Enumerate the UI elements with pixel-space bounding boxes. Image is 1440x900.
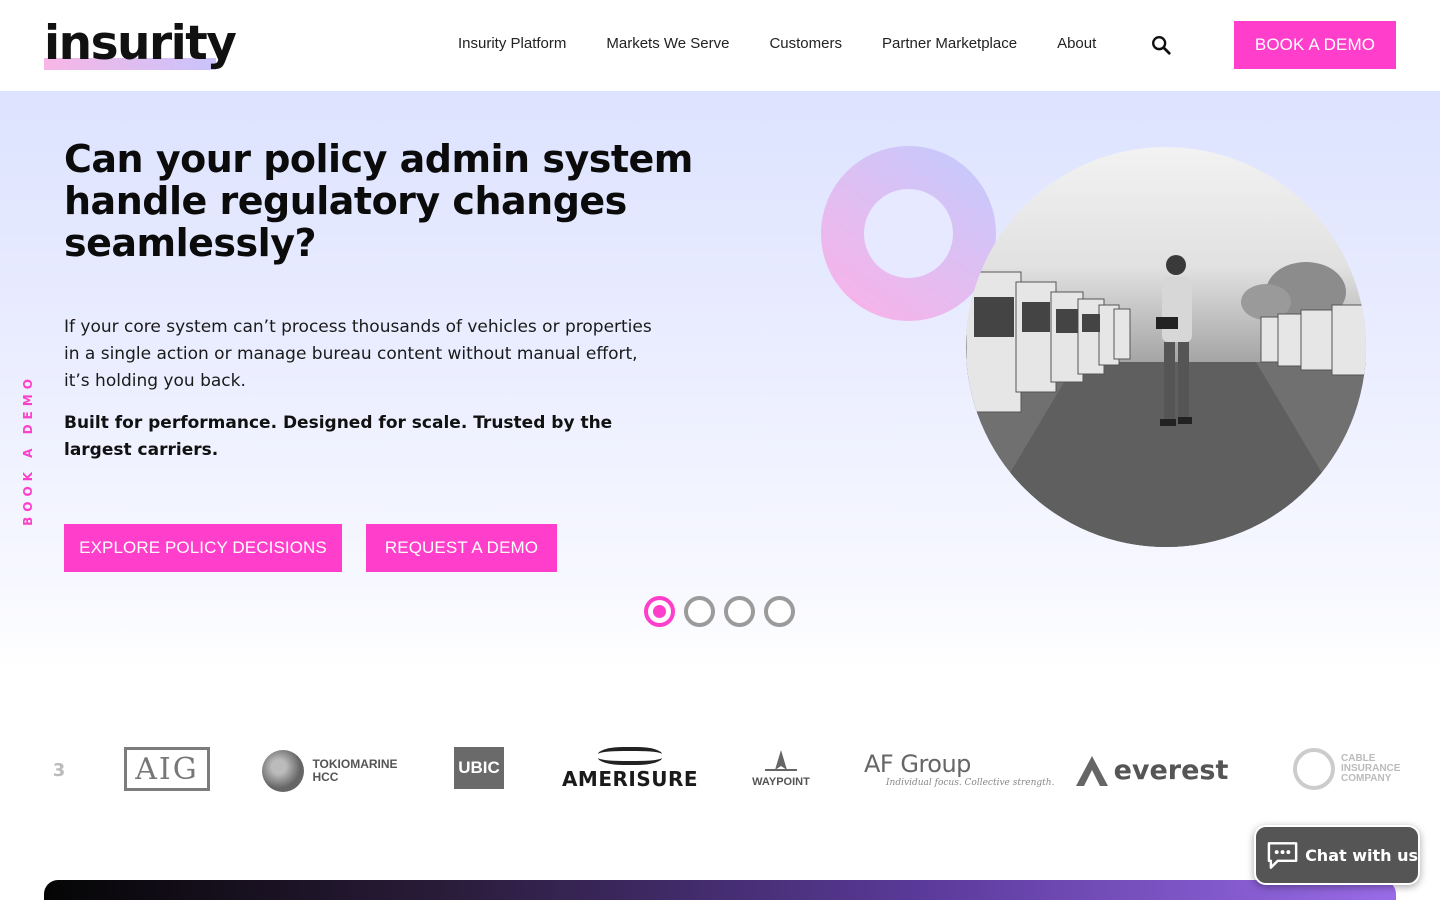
tokio-marine-text: TOKIOMARINE HCC: [312, 758, 397, 784]
everest-mountain-icon: [1075, 756, 1108, 786]
site-header: insurity Insurity Platform Markets We Se…: [0, 0, 1440, 91]
nav-partner-marketplace[interactable]: Partner Marketplace: [882, 35, 1017, 52]
nav-about[interactable]: About: [1057, 35, 1096, 52]
carousel-dot-4[interactable]: [764, 596, 795, 627]
af-group-text: AF Group: [864, 750, 971, 778]
ubic-logo: UBIC: [454, 747, 504, 789]
amerisure-wave-icon: [598, 747, 662, 765]
af-group-logo: AF Group Individual focus. Collective st…: [864, 745, 1054, 793]
customer-logos-strip: 3 AIG TOKIOMARINE HCC UBIC AMERISURE WAY…: [0, 735, 1440, 805]
hero-body-text: If your core system can’t process thousa…: [64, 317, 652, 391]
search-icon[interactable]: [1150, 34, 1172, 56]
hero-tagline: Built for performance. Designed for scal…: [64, 413, 613, 460]
chat-widget-button[interactable]: Chat with us: [1254, 825, 1420, 885]
amerisure-text: AMERISURE: [561, 767, 699, 791]
tokio-marine-mark-icon: [262, 750, 305, 792]
insurity-logo[interactable]: insurity: [44, 16, 237, 72]
everest-text: everest: [1113, 754, 1229, 786]
fleet-trucks-image: [966, 255, 1366, 547]
aig-logo: AIG: [124, 747, 210, 791]
carousel-dot-2[interactable]: [684, 596, 715, 627]
waypoint-logo: WAYPOINT: [750, 745, 812, 793]
chat-bubble-icon: [1267, 842, 1298, 869]
book-demo-button[interactable]: BOOK A DEMO: [1234, 21, 1396, 69]
compass-icon: [765, 750, 797, 771]
tokio-marine-hcc-logo: TOKIOMARINE HCC: [260, 749, 400, 793]
nav-customers[interactable]: Customers: [769, 35, 842, 52]
bottom-banner: [44, 880, 1396, 900]
explore-policy-decisions-button[interactable]: EXPLORE POLICY DECISIONS: [64, 524, 342, 572]
decorative-ring: [821, 146, 996, 321]
carousel-dot-3[interactable]: [724, 596, 755, 627]
side-book-demo-tab[interactable]: BOOK A DEMO: [18, 374, 38, 526]
waypoint-text: WAYPOINT: [752, 776, 810, 788]
tokio-line2: HCC: [312, 770, 339, 784]
cable-mark-icon: [1293, 748, 1335, 790]
main-nav: Insurity Platform Markets We Serve Custo…: [458, 35, 1136, 52]
partial-logo: 3: [52, 759, 66, 781]
side-tab-label: BOOK A DEMO: [21, 374, 36, 526]
hero-headline: Can your policy admin system handle regu…: [64, 137, 693, 265]
amerisure-logo: AMERISURE: [560, 745, 700, 793]
chat-label: Chat with us: [1305, 845, 1418, 865]
hero-photo: [966, 147, 1366, 547]
carousel-dot-1[interactable]: [644, 596, 675, 627]
carousel-dots: [644, 596, 804, 627]
nav-markets-we-serve[interactable]: Markets We Serve: [606, 35, 729, 52]
everest-logo: everest: [1060, 749, 1240, 791]
cable-insurance-logo: CABLE INSURANCE COMPANY: [1293, 745, 1403, 793]
request-demo-button[interactable]: REQUEST A DEMO: [366, 524, 557, 572]
nav-insurity-platform[interactable]: Insurity Platform: [458, 35, 566, 52]
cable-line3: COMPANY: [1341, 773, 1392, 784]
af-group-tagline: Individual focus. Collective strength.: [886, 778, 1055, 788]
hero-section: Can your policy admin system handle regu…: [0, 91, 1440, 671]
logo-text: insurity: [44, 16, 237, 71]
cable-text: CABLE INSURANCE COMPANY: [1341, 754, 1400, 784]
